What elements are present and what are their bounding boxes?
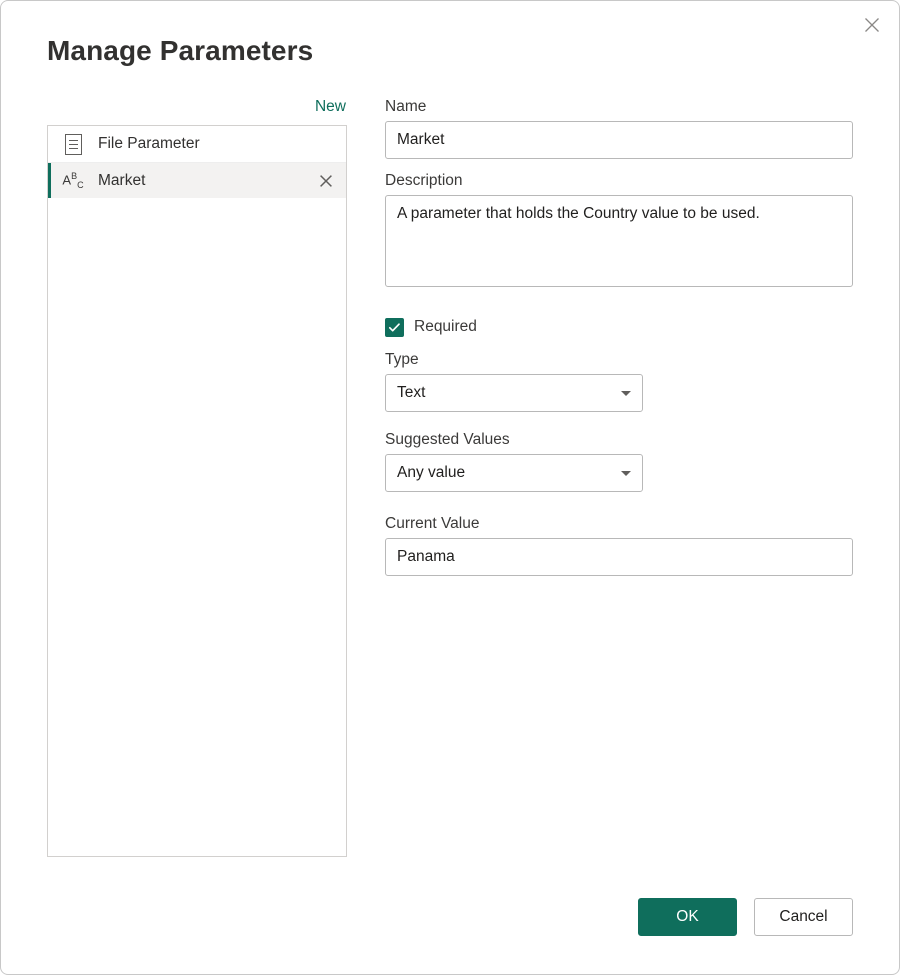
type-select-wrap: Text <box>385 374 643 412</box>
type-select[interactable]: Text <box>385 374 643 412</box>
chevron-down-icon <box>621 391 631 396</box>
description-label: Description <box>385 171 853 191</box>
current-value-input[interactable] <box>385 538 853 576</box>
close-icon-glyph <box>318 173 334 189</box>
name-label: Name <box>385 97 853 117</box>
cancel-button[interactable]: Cancel <box>754 898 853 936</box>
close-icon[interactable] <box>849 3 895 47</box>
list-item[interactable]: File Parameter <box>48 126 346 162</box>
description-input[interactable] <box>385 195 853 287</box>
new-link-row: New <box>47 97 347 119</box>
required-label: Required <box>414 317 477 337</box>
list-item-label: Market <box>98 172 316 190</box>
suggested-values-select[interactable]: Any value <box>385 454 643 492</box>
parameter-list-panel: New File Parameter ABC Market <box>47 97 347 857</box>
parameter-form: Name Description Required Type Text Sugg… <box>385 97 853 576</box>
suggested-values-select-wrap: Any value <box>385 454 643 492</box>
type-label: Type <box>385 350 853 370</box>
close-icon-glyph <box>862 15 882 35</box>
check-icon <box>388 321 401 334</box>
required-checkbox[interactable]: Required <box>385 316 477 338</box>
suggested-values-label: Suggested Values <box>385 430 853 450</box>
chevron-down-icon <box>621 471 631 476</box>
ok-button[interactable]: OK <box>638 898 737 936</box>
new-parameter-link[interactable]: New <box>315 97 347 117</box>
list-item[interactable]: ABC Market <box>48 162 346 198</box>
checkbox-box <box>385 318 404 337</box>
dialog-footer: OK Cancel <box>638 898 853 936</box>
delete-parameter-icon[interactable] <box>316 171 336 191</box>
parameter-list: File Parameter ABC Market <box>47 125 347 857</box>
name-input[interactable] <box>385 121 853 159</box>
current-value-label: Current Value <box>385 514 853 534</box>
document-icon <box>60 131 86 157</box>
list-item-label: File Parameter <box>98 135 336 153</box>
type-select-value: Text <box>397 384 613 402</box>
page-title: Manage Parameters <box>47 31 313 71</box>
abc-text-icon-glyph: ABC <box>62 172 83 190</box>
suggested-values-select-value: Any value <box>397 464 613 482</box>
abc-text-icon: ABC <box>60 168 86 194</box>
document-icon-glyph <box>65 134 82 155</box>
manage-parameters-dialog: Manage Parameters New File Parameter ABC… <box>0 0 900 975</box>
